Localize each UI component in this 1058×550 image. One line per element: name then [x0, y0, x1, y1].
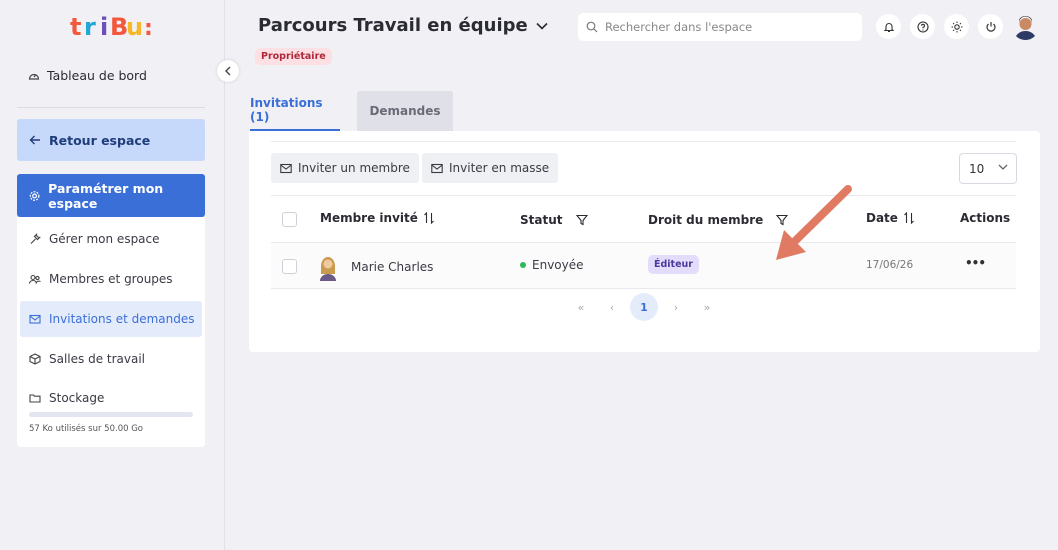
header-role-label: Droit du membre — [648, 213, 764, 227]
sort-icon — [904, 212, 914, 224]
filter-icon — [575, 214, 588, 226]
user-avatar[interactable] — [1012, 13, 1039, 40]
sidebar-item-label: Salles de travail — [49, 352, 146, 366]
table-bottom-divider — [271, 288, 1016, 289]
cube-icon — [29, 353, 41, 365]
folder-icon — [29, 394, 41, 403]
notifications-button[interactable] — [876, 14, 901, 39]
gear-icon — [29, 190, 40, 201]
help-button[interactable] — [910, 14, 935, 39]
first-page-button[interactable]: « — [567, 293, 595, 321]
sidebar-item-storage[interactable]: Stockage — [20, 380, 202, 416]
chevron-left-icon — [225, 66, 231, 76]
header-member[interactable]: Membre invité — [320, 211, 435, 225]
users-icon — [29, 274, 41, 284]
row-actions-button[interactable]: ••• — [965, 256, 986, 270]
space-settings-button[interactable]: Paramétrer mon espace — [17, 174, 205, 217]
per-page-value: 10 — [969, 161, 985, 176]
header-date-label: Date — [866, 211, 898, 225]
settings-menu: Gérer mon espace Membres et groupes Invi… — [17, 217, 205, 447]
user-avatar-image — [1015, 16, 1036, 40]
svg-text:i: i — [100, 13, 108, 41]
last-page-button[interactable]: » — [693, 293, 721, 321]
power-icon — [985, 21, 996, 32]
header-status[interactable]: Statut — [520, 213, 588, 227]
prev-page-button[interactable]: ‹ — [598, 293, 626, 321]
page-title: Parcours Travail en équipe — [258, 15, 528, 36]
page-1-button[interactable]: 1 — [630, 293, 658, 321]
dashboard-link[interactable]: Tableau de bord — [28, 68, 147, 83]
space-title-dropdown[interactable]: Parcours Travail en équipe — [258, 15, 548, 36]
role-badge-editor: Éditeur — [648, 255, 699, 274]
svg-text:r: r — [84, 13, 96, 41]
theme-toggle-button[interactable] — [944, 14, 969, 39]
sidebar-item-label: Invitations et demandes — [49, 312, 195, 326]
mail-icon — [29, 314, 41, 324]
per-page-select[interactable]: 10 — [959, 153, 1017, 184]
header-role[interactable]: Droit du membre — [648, 213, 789, 227]
svg-text:t: t — [70, 13, 81, 41]
invitations-panel: Inviter un membre Inviter en masse 10 Me… — [249, 131, 1040, 352]
invite-member-label: Inviter un membre — [298, 161, 410, 175]
storage-progress-bar — [29, 412, 193, 417]
invite-bulk-button[interactable]: Inviter en masse — [422, 153, 559, 183]
sidebar-item-label: Stockage — [49, 391, 105, 405]
sidebar-item-label: Gérer mon espace — [49, 232, 160, 246]
header-actions: Actions — [960, 211, 1010, 225]
help-icon — [916, 20, 929, 33]
sun-icon — [951, 21, 962, 32]
member-cell: Marie Charles — [319, 253, 433, 281]
member-avatar — [320, 257, 336, 281]
next-page-button[interactable]: › — [662, 293, 690, 321]
sidebar-item-invitations[interactable]: Invitations et demandes — [20, 301, 202, 337]
table-top-divider — [271, 195, 1016, 196]
mail-icon — [280, 163, 292, 173]
status-cell: Envoyée — [520, 258, 584, 272]
back-to-space-button[interactable]: Retour espace — [17, 119, 205, 161]
wrench-icon — [30, 233, 41, 244]
tab-invitations[interactable]: Invitations (1) — [250, 91, 340, 131]
storage-usage-text: 57 Ko utilisés sur 50.00 Go — [29, 424, 143, 434]
header-date[interactable]: Date — [866, 211, 915, 225]
date-cell: 17/06/26 — [866, 259, 914, 271]
back-label: Retour espace — [49, 132, 151, 148]
mail-icon — [431, 163, 443, 173]
status-text: Envoyée — [532, 258, 584, 272]
gauge-icon — [28, 73, 40, 80]
tribu-logo[interactable]: t r i B u : — [70, 12, 155, 42]
status-dot — [520, 262, 526, 268]
search-placeholder: Rechercher dans l'espace — [605, 20, 753, 34]
invite-member-button[interactable]: Inviter un membre — [271, 153, 419, 183]
collapse-sidebar-button[interactable] — [217, 60, 239, 82]
search-icon — [586, 21, 598, 33]
panel-divider — [271, 141, 1016, 142]
svg-text::: : — [144, 16, 153, 41]
bell-icon — [883, 22, 894, 32]
sidebar-item-members[interactable]: Membres et groupes — [20, 261, 202, 297]
sidebar-item-workrooms[interactable]: Salles de travail — [20, 341, 202, 377]
select-all-checkbox[interactable] — [282, 212, 297, 227]
header-actions-label: Actions — [960, 211, 1011, 225]
arrow-left-icon — [29, 135, 40, 145]
annotation-arrow — [776, 185, 852, 260]
tab-requests[interactable]: Demandes — [357, 91, 453, 131]
role-badge: Propriétaire — [255, 48, 332, 65]
invite-bulk-label: Inviter en masse — [449, 161, 550, 175]
svg-text:u: u — [126, 13, 143, 41]
header-member-label: Membre invité — [320, 211, 418, 225]
sidebar: t r i B u : Tableau de bord Retour espac… — [0, 0, 225, 550]
sidebar-item-label: Membres et groupes — [49, 272, 173, 286]
row-checkbox[interactable] — [282, 259, 297, 274]
chevron-down-icon — [998, 164, 1008, 170]
sidebar-divider — [17, 107, 205, 108]
sidebar-item-manage-space[interactable]: Gérer mon espace — [20, 221, 202, 257]
search-input[interactable]: Rechercher dans l'espace — [578, 13, 862, 41]
dashboard-label: Tableau de bord — [47, 68, 147, 83]
logout-button[interactable] — [978, 14, 1003, 39]
sort-icon — [423, 212, 434, 224]
chevron-down-icon — [536, 22, 548, 30]
member-name: Marie Charles — [351, 260, 434, 274]
header-status-label: Statut — [520, 213, 563, 227]
settings-label: Paramétrer mon espace — [48, 180, 164, 211]
